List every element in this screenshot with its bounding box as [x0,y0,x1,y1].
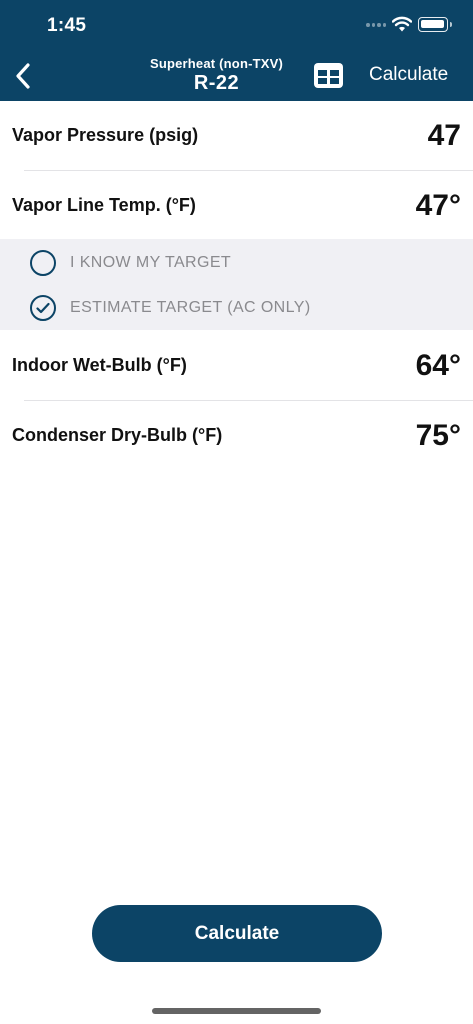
battery-icon [418,17,452,32]
condenser-dry-bulb-label: Condenser Dry-Bulb (°F) [12,425,223,445]
indoor-wet-bulb-value[interactable]: 64° [416,349,461,383]
table-icon [314,63,343,88]
option-know-target[interactable]: I KNOW MY TARGET [30,248,231,278]
status-time: 1:45 [47,15,87,36]
vapor-line-temp-row[interactable]: Vapor Line Temp. (°F) 47° [0,171,473,240]
condenser-dry-bulb-row[interactable]: Condenser Dry-Bulb (°F) 75° [0,401,473,470]
option-estimate-target[interactable]: ESTIMATE TARGET (AC ONLY) [30,293,311,323]
option-know-target-label: I KNOW MY TARGET [70,254,232,271]
indoor-wet-bulb-label: Indoor Wet-Bulb (°F) [12,355,187,375]
vapor-pressure-row[interactable]: Vapor Pressure (psig) 47 [0,101,473,170]
calculate-button[interactable]: Calculate [92,905,382,962]
target-options-panel: I KNOW MY TARGET ESTIMATE TARGET (AC ONL… [0,239,473,330]
vapor-pressure-label: Vapor Pressure (psig) [12,125,199,145]
nav-calculate-button[interactable]: Calculate [369,64,448,86]
radio-empty-icon [30,250,56,276]
vapor-pressure-value[interactable]: 47 [428,119,461,153]
table-button[interactable] [314,63,343,88]
vapor-line-temp-label: Vapor Line Temp. (°F) [12,195,196,215]
home-indicator[interactable] [152,1008,321,1014]
wifi-icon [392,16,412,32]
option-estimate-target-label: ESTIMATE TARGET (AC ONLY) [70,299,311,316]
vapor-line-temp-value[interactable]: 47° [416,189,461,223]
check-circle-icon [30,295,56,321]
condenser-dry-bulb-value[interactable]: 75° [416,419,461,453]
indoor-wet-bulb-row[interactable]: Indoor Wet-Bulb (°F) 64° [0,331,473,400]
navigation-header: 1:45 Superheat (non-TXV) R-22 Calculate [0,0,473,101]
signal-icon [366,23,386,29]
